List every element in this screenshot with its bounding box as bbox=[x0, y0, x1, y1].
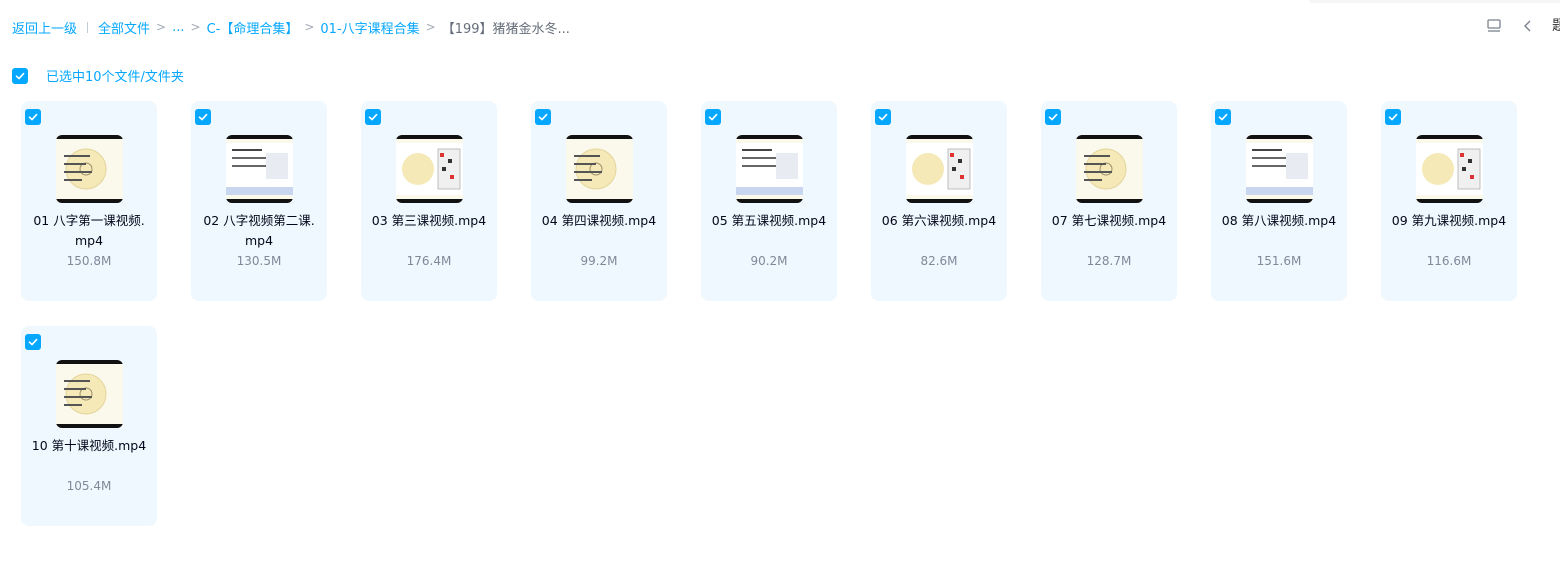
file-name[interactable]: 09 第九课视频.mp4 bbox=[1389, 211, 1509, 231]
check-icon bbox=[28, 338, 38, 346]
file-checkbox[interactable] bbox=[25, 334, 41, 350]
check-icon bbox=[28, 113, 38, 121]
file-size: 150.8M bbox=[66, 254, 112, 268]
video-thumbnail-icon bbox=[736, 135, 803, 203]
back-link[interactable]: 返回上一级 bbox=[12, 18, 77, 37]
video-thumbnail-icon bbox=[56, 135, 123, 203]
file-name[interactable]: 01 八字第一课视频.mp4 bbox=[29, 211, 149, 251]
file-card[interactable]: 02 八字视频第二课.mp4 130.5M bbox=[191, 101, 327, 301]
file-checkbox[interactable] bbox=[1215, 109, 1231, 125]
chevron-left-icon[interactable] bbox=[1518, 16, 1538, 36]
file-name[interactable]: 05 第五课视频.mp4 bbox=[709, 211, 829, 231]
top-edge-bar bbox=[1310, 0, 1560, 3]
breadcrumb-separator-icon: > bbox=[190, 20, 201, 34]
video-thumbnail-icon bbox=[226, 135, 293, 203]
view-toolbar: 题 bbox=[1484, 16, 1560, 36]
breadcrumb-separator-icon: > bbox=[425, 20, 436, 34]
check-icon bbox=[538, 113, 548, 121]
file-size: 128.7M bbox=[1086, 254, 1132, 268]
breadcrumb: 返回上一级 全部文件 > ... > C-【命理合集】 > 01-八字课程合集 … bbox=[12, 17, 570, 37]
file-card[interactable]: 03 第三课视频.mp4 176.4M bbox=[361, 101, 497, 301]
video-thumbnail-icon bbox=[56, 360, 123, 428]
file-name[interactable]: 07 第七课视频.mp4 bbox=[1049, 211, 1169, 231]
file-card[interactable]: 08 第八课视频.mp4 151.6M bbox=[1211, 101, 1347, 301]
file-checkbox[interactable] bbox=[875, 109, 891, 125]
check-icon bbox=[1048, 113, 1058, 121]
breadcrumb-current: 【199】猪猪金水冬... bbox=[441, 21, 570, 37]
file-checkbox[interactable] bbox=[535, 109, 551, 125]
file-name[interactable]: 10 第十课视频.mp4 bbox=[29, 436, 149, 456]
video-thumbnail-icon bbox=[1076, 135, 1143, 203]
select-all-checkbox[interactable] bbox=[12, 67, 28, 84]
file-name[interactable]: 06 第六课视频.mp4 bbox=[879, 211, 999, 231]
breadcrumb-separator-icon: > bbox=[156, 20, 167, 34]
file-size: 82.6M bbox=[920, 254, 958, 268]
clipped-panel-label: 题 bbox=[1552, 18, 1560, 34]
video-thumbnail-icon bbox=[906, 135, 973, 203]
file-card[interactable]: 04 第四课视频.mp4 99.2M bbox=[531, 101, 667, 301]
file-size: 151.6M bbox=[1256, 254, 1302, 268]
file-card[interactable]: 06 第六课视频.mp4 82.6M bbox=[871, 101, 1007, 301]
file-name[interactable]: 08 第八课视频.mp4 bbox=[1219, 211, 1339, 231]
file-checkbox[interactable] bbox=[195, 109, 211, 125]
selection-bar: 已选中10个文件/文件夹 bbox=[12, 66, 184, 85]
breadcrumb-ellipsis[interactable]: ... bbox=[172, 20, 184, 35]
file-checkbox[interactable] bbox=[705, 109, 721, 125]
check-icon bbox=[878, 113, 888, 121]
file-browser: 返回上一级 全部文件 > ... > C-【命理合集】 > 01-八字课程合集 … bbox=[0, 0, 1560, 575]
check-icon bbox=[198, 113, 208, 121]
file-checkbox[interactable] bbox=[1045, 109, 1061, 125]
list-view-icon[interactable] bbox=[1484, 16, 1504, 36]
file-size: 116.6M bbox=[1426, 254, 1472, 268]
file-card[interactable]: 10 第十课视频.mp4 105.4M bbox=[21, 326, 157, 526]
check-icon bbox=[1218, 113, 1228, 121]
file-name[interactable]: 03 第三课视频.mp4 bbox=[369, 211, 489, 231]
file-size: 99.2M bbox=[580, 254, 618, 268]
file-checkbox[interactable] bbox=[365, 109, 381, 125]
breadcrumb-level1[interactable]: C-【命理合集】 bbox=[207, 18, 299, 37]
breadcrumb-divider bbox=[87, 21, 89, 33]
file-card[interactable]: 07 第七课视频.mp4 128.7M bbox=[1041, 101, 1177, 301]
selection-count-label: 已选中10个文件/文件夹 bbox=[46, 70, 184, 85]
file-checkbox[interactable] bbox=[1385, 109, 1401, 125]
check-icon bbox=[368, 113, 378, 121]
file-card[interactable]: 01 八字第一课视频.mp4 150.8M bbox=[21, 101, 157, 301]
video-thumbnail-icon bbox=[396, 135, 463, 203]
video-thumbnail-icon bbox=[1246, 135, 1313, 203]
video-thumbnail-icon bbox=[566, 135, 633, 203]
check-icon bbox=[1388, 113, 1398, 121]
file-size: 130.5M bbox=[236, 254, 282, 268]
file-size: 105.4M bbox=[66, 479, 112, 493]
file-size: 90.2M bbox=[750, 254, 788, 268]
video-thumbnail-icon bbox=[1416, 135, 1483, 203]
file-checkbox[interactable] bbox=[25, 109, 41, 125]
file-card[interactable]: 05 第五课视频.mp4 90.2M bbox=[701, 101, 837, 301]
file-name[interactable]: 02 八字视频第二课.mp4 bbox=[199, 211, 319, 251]
breadcrumb-level2[interactable]: 01-八字课程合集 bbox=[320, 18, 419, 37]
breadcrumb-separator-icon: > bbox=[304, 20, 315, 34]
file-size: 176.4M bbox=[406, 254, 452, 268]
file-name[interactable]: 04 第四课视频.mp4 bbox=[539, 211, 659, 231]
file-card[interactable]: 09 第九课视频.mp4 116.6M bbox=[1381, 101, 1517, 301]
check-icon bbox=[15, 72, 25, 79]
breadcrumb-all-files[interactable]: 全部文件 bbox=[98, 18, 150, 37]
check-icon bbox=[708, 113, 718, 121]
